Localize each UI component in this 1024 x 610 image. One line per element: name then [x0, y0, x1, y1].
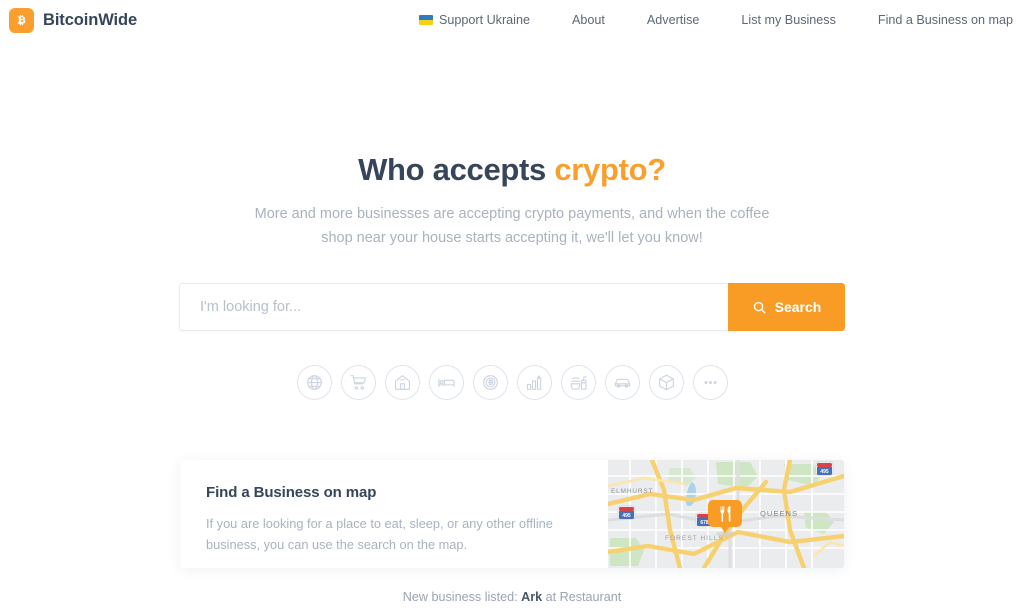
card-body: Find a Business on map If you are lookin…	[180, 460, 608, 568]
page-title: Who accepts crypto?	[0, 151, 1024, 188]
find-business-on-map-card[interactable]: Find a Business on map If you are lookin…	[180, 460, 844, 569]
svg-text:495: 495	[820, 469, 829, 475]
category-shopping[interactable]	[340, 365, 376, 401]
page-title-main: Who accepts	[358, 152, 546, 187]
hero-subtitle-line1: More and more businesses are accepting c…	[254, 206, 770, 223]
category-crypto[interactable]	[472, 365, 508, 401]
card-description-line2: business, you can use the search on the …	[206, 537, 468, 553]
ticker-prefix: New business listed:	[402, 590, 518, 605]
new-business-ticker: New business listed: Ark at Restaurant	[0, 590, 1024, 604]
svg-text:495: 495	[622, 513, 631, 519]
search-input[interactable]	[179, 283, 728, 332]
car-icon	[613, 373, 632, 392]
nav-label: About	[571, 13, 605, 27]
svg-text:678: 678	[700, 520, 709, 526]
hero-subtitle-line2: shop near your house starts accepting it…	[321, 230, 703, 247]
category-automotive[interactable]	[604, 365, 640, 401]
nav-label: Support Ukraine	[438, 13, 530, 27]
category-lodging[interactable]	[428, 365, 464, 401]
nav-label: Find a Business on map	[877, 13, 1013, 27]
nav-label: List my Business	[741, 13, 836, 27]
category-home[interactable]	[384, 365, 420, 401]
search-button-label: Search	[774, 299, 822, 316]
category-goods[interactable]	[648, 365, 684, 401]
map-thumbnail[interactable]: 495 678 495 ELMHURST QUEENS FOREST HILLS	[608, 460, 844, 569]
bitcoin-logo-icon	[9, 7, 34, 33]
card-title: Find a Business on map	[206, 484, 377, 502]
shopping-cart-icon	[349, 373, 368, 392]
ticker-business-name[interactable]: Ark	[521, 590, 542, 604]
hero-subtitle: More and more businesses are accepting c…	[0, 202, 1024, 250]
ellipsis-icon	[701, 373, 720, 392]
card-description: If you are looking for a place to eat, s…	[206, 513, 582, 555]
map-graphic: 495 678 495 ELMHURST QUEENS FOREST HILLS	[608, 460, 844, 569]
main-navigation: Support Ukraine About Advertise List my …	[398, 13, 1013, 27]
map-label-forest-hills: FOREST HILLS	[665, 535, 724, 542]
globe-icon	[305, 373, 324, 392]
nav-item-about[interactable]: About	[551, 13, 626, 27]
category-more[interactable]	[692, 365, 728, 401]
nav-item-support-ukraine[interactable]: Support Ukraine	[398, 13, 551, 27]
nav-item-list-my-business[interactable]: List my Business	[720, 13, 856, 27]
nav-label: Advertise	[646, 13, 700, 27]
ukraine-flag-icon	[418, 15, 433, 25]
house-icon	[393, 373, 412, 392]
category-finance[interactable]	[516, 365, 552, 401]
search-icon	[752, 300, 767, 315]
brand-name: BitcoinWide	[43, 10, 138, 29]
page-title-accent: crypto?	[554, 152, 666, 187]
bed-icon	[437, 373, 456, 392]
category-globe[interactable]	[296, 365, 332, 401]
box-icon	[657, 373, 676, 392]
card-description-line1: If you are looking for a place to eat, s…	[206, 516, 553, 532]
ticker-suffix: at Restaurant	[545, 590, 622, 605]
bar-chart-arrow-icon	[525, 373, 544, 392]
search-button[interactable]: Search	[728, 283, 845, 332]
site-header: BitcoinWide Support Ukraine About Advert…	[0, 0, 1024, 40]
category-shortcuts	[0, 365, 1024, 401]
category-food[interactable]	[560, 365, 596, 401]
map-label-queens: QUEENS	[760, 509, 798, 518]
bitcoin-coin-icon	[481, 373, 500, 392]
search-bar: Search	[179, 283, 845, 332]
hero-section: Who accepts crypto? More and more busine…	[0, 40, 1024, 401]
nav-item-find-business-on-map[interactable]: Find a Business on map	[857, 13, 1013, 27]
map-label-elmhurst: ELMHURST	[611, 488, 653, 495]
nav-item-advertise[interactable]: Advertise	[626, 13, 721, 27]
fast-food-icon	[569, 373, 588, 392]
brand-logo-link[interactable]: BitcoinWide	[9, 7, 138, 33]
